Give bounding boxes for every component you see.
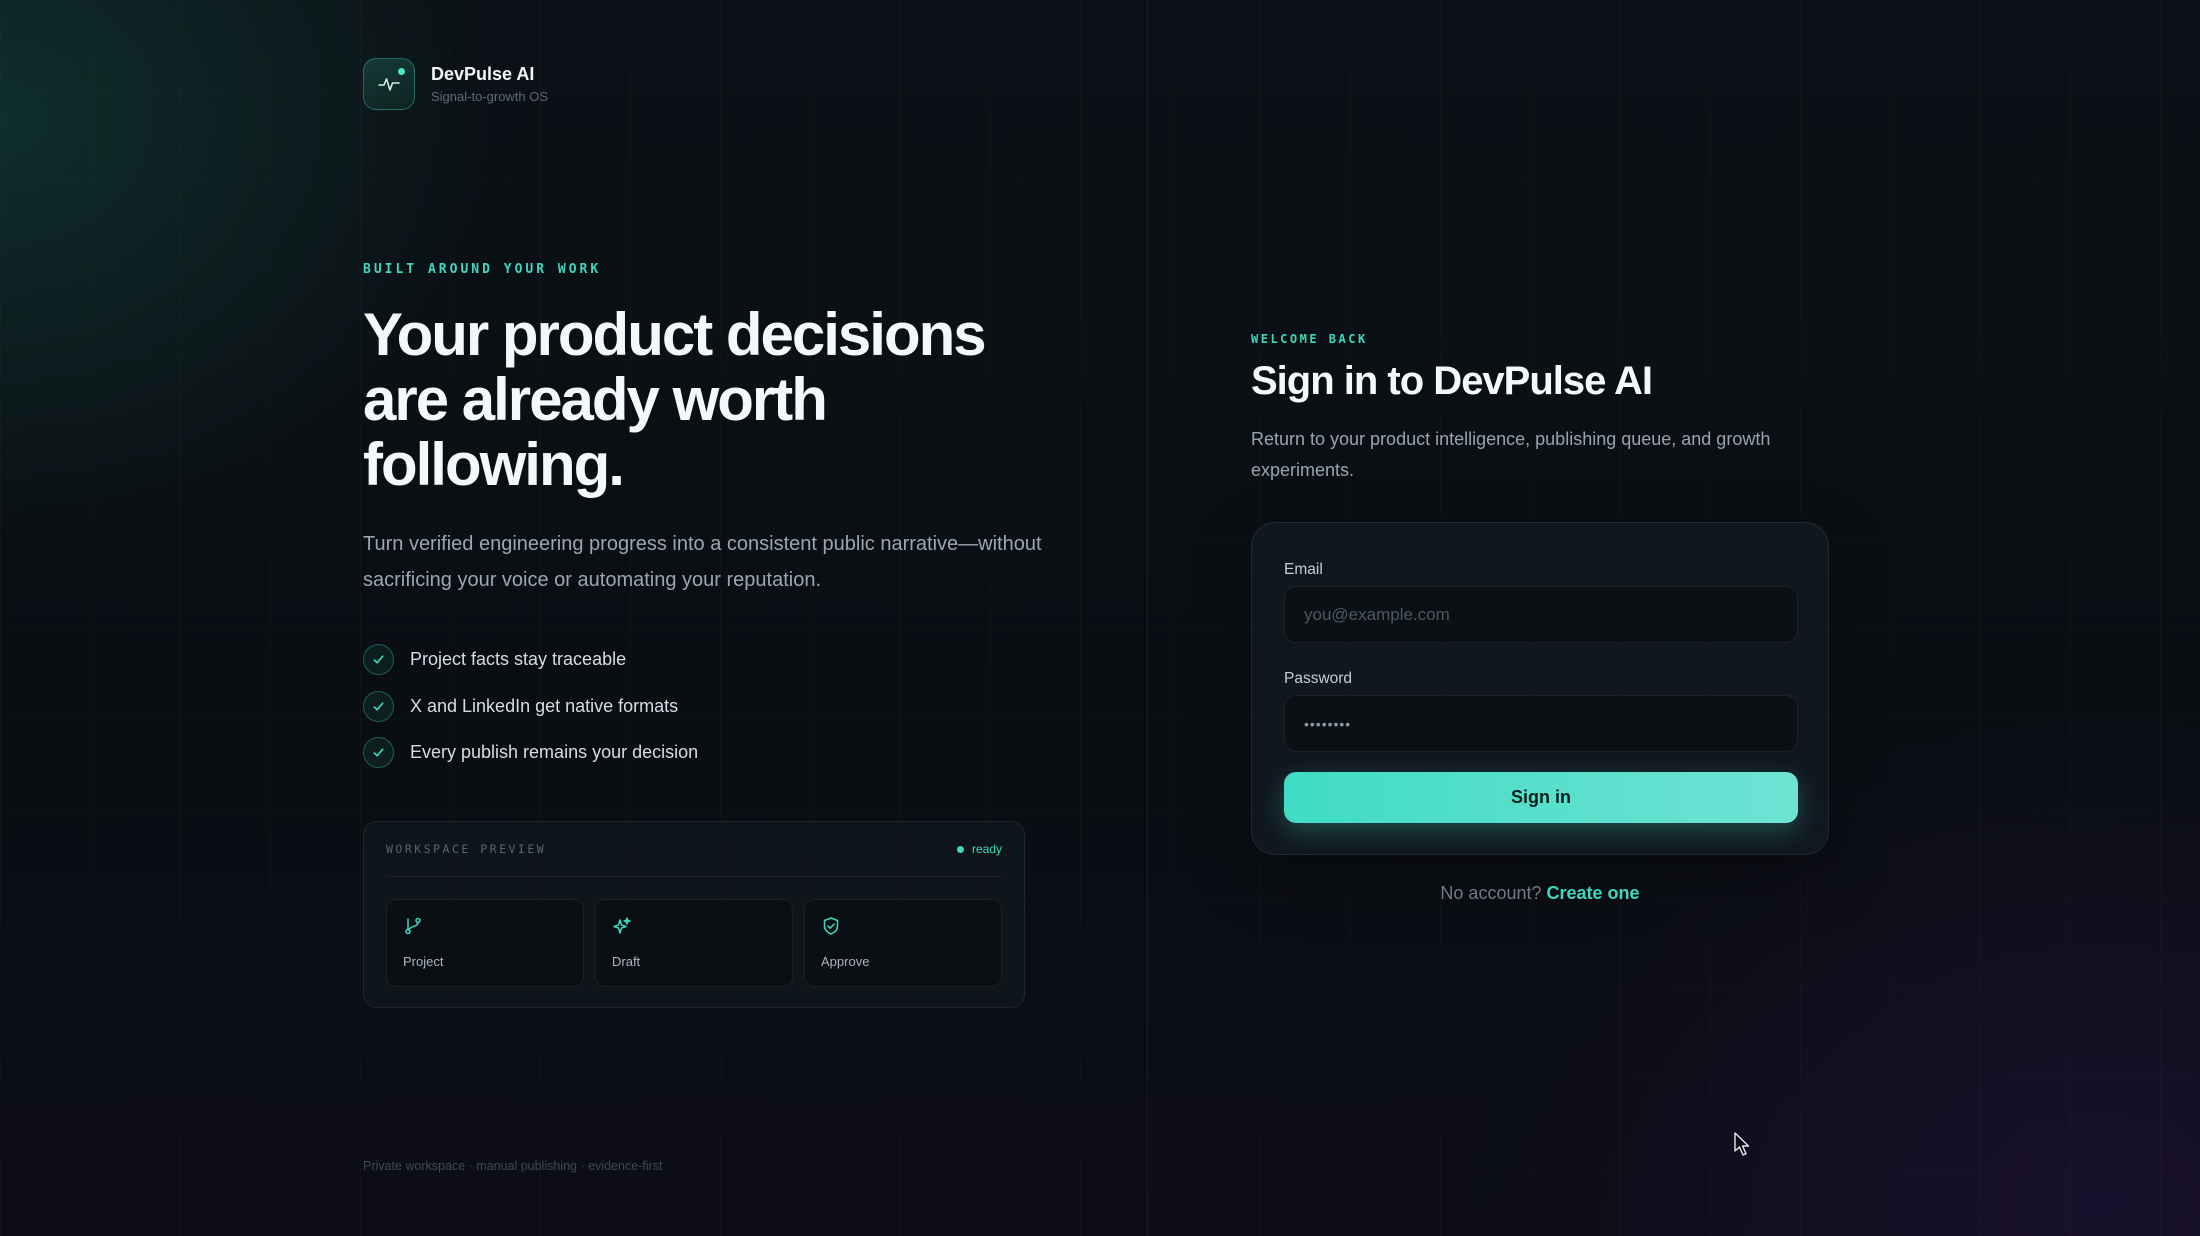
no-account-text: No account? [1440,883,1542,903]
status-dot-icon [956,845,964,853]
headline-line: following. [363,431,625,498]
create-account-link[interactable]: Create one [1547,883,1640,903]
checklist-label: Every publish remains your decision [410,742,699,762]
status-label: ready [971,842,1002,856]
check-icon [363,644,394,675]
checklist-item: Every publish remains your decision [363,737,698,768]
hero-lede: Turn verified engineering progress into … [363,533,1042,591]
pulse-icon [363,58,415,110]
tile-label: Approve [821,954,870,969]
sparkle-icon [613,917,631,934]
checklist-label: Project facts stay traceable [410,649,627,669]
tile-project: Project [386,899,584,987]
preview-header: WORKSPACE PREVIEW ready [386,822,1002,877]
hero-eyebrow: BUILT AROUND YOUR WORK [363,262,602,277]
panel-divider [1147,0,1148,1236]
checklist-item: Project facts stay traceable [363,644,698,675]
email-label: Email [1284,561,1323,578]
signin-button[interactable]: Sign in [1284,772,1798,823]
mouse-cursor-icon [1734,1132,1750,1156]
password-field[interactable] [1284,695,1798,752]
shield-check-icon [823,917,839,935]
tile-label: Project [403,954,444,969]
signin-form: Email Password Sign in [1251,522,1829,855]
workspace-preview: WORKSPACE PREVIEW ready Project Draft Ap… [363,821,1025,1008]
signin-eyebrow: WELCOME BACK [1251,332,1368,346]
signin-subtitle: Return to your product intelligence, pub… [1251,429,1771,480]
signup-prompt: No account? Create one [1251,883,1829,904]
brand-name: DevPulse AI [431,64,535,84]
signin-title: Sign in to DevPulse AI [1251,359,1653,403]
email-field[interactable] [1284,586,1798,643]
hero-headline: Your product decisions are already worth… [363,302,1063,497]
feature-checklist: Project facts stay traceable X and Linke… [363,644,698,784]
branch-icon [405,917,421,935]
headline-line: Your product decisions [363,301,987,368]
tile-label: Draft [612,954,641,969]
password-label: Password [1284,670,1353,687]
preview-title: WORKSPACE PREVIEW [386,842,547,856]
footnote: Private workspace · manual publishing · … [363,1159,663,1173]
tile-draft: Draft [595,899,793,987]
background-grid [0,0,2200,1236]
brand: DevPulse AI Signal-to-growth OS [363,58,548,110]
preview-tiles: Project Draft Approve [386,899,1002,987]
check-icon [363,690,394,722]
status-badge: ready [956,842,1002,856]
check-icon [363,737,394,768]
tile-approve: Approve [804,899,1002,987]
brand-tagline: Signal-to-growth OS [431,89,549,104]
checklist-item: X and LinkedIn get native formats [363,690,698,722]
headline-line: are already worth [363,366,828,433]
checklist-label: X and LinkedIn get native formats [410,695,679,716]
